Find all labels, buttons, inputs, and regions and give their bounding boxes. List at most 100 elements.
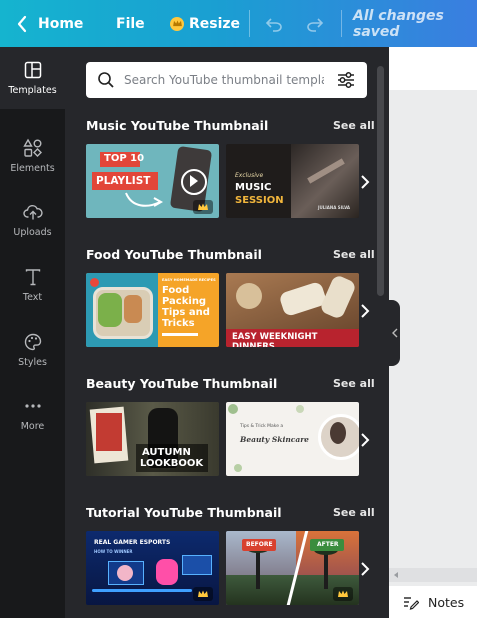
template-thumbnail-before-after[interactable]: BEFORE AFTER bbox=[226, 531, 359, 605]
toolbar-divider bbox=[249, 10, 250, 37]
thumb-text: MUSIC bbox=[235, 182, 272, 193]
chevron-right-icon[interactable] bbox=[358, 301, 372, 321]
chevron-left-icon bbox=[392, 328, 398, 338]
sidebar-item-label: Templates bbox=[8, 85, 57, 96]
chevron-left-icon bbox=[17, 15, 27, 32]
neon-line bbox=[92, 589, 192, 592]
crown-icon bbox=[198, 203, 208, 210]
crown-icon bbox=[338, 590, 348, 597]
thumb-text: EASY HOMEMADE RECIPES bbox=[162, 278, 216, 282]
template-thumbnail-autumn-lookbook[interactable]: AUTUMN LOOKBOOK bbox=[86, 402, 219, 476]
thumb-text: PLAYLIST bbox=[96, 175, 151, 187]
toolbar-divider bbox=[341, 10, 342, 37]
portrait-graphic bbox=[330, 422, 346, 444]
thumb-text: AFTER bbox=[317, 541, 339, 548]
horizontal-scrollbar[interactable] bbox=[389, 568, 477, 582]
resize-label: Resize bbox=[189, 15, 241, 32]
leaf-decor bbox=[228, 404, 238, 414]
templates-panel: Music YouTube Thumbnail See all TOP 10 P… bbox=[65, 47, 389, 618]
sidebar-item-more[interactable]: More bbox=[0, 383, 65, 445]
undo-icon bbox=[265, 17, 282, 32]
palm-trunk bbox=[324, 551, 328, 589]
see-all-food-link[interactable]: See all bbox=[333, 248, 375, 261]
pro-crown-badge bbox=[193, 587, 213, 601]
filter-sliders-icon[interactable] bbox=[336, 70, 356, 90]
template-thumbnail-food-packing[interactable]: EASY HOMEMADE RECIPES Food Packing Tips … bbox=[86, 273, 219, 347]
sidebar-item-label: Uploads bbox=[13, 227, 52, 238]
sidebar-item-elements[interactable]: Elements bbox=[0, 125, 65, 187]
sidebar-item-label: Styles bbox=[18, 357, 47, 368]
section-title-tutorial: Tutorial YouTube Thumbnail bbox=[86, 505, 282, 520]
thumb-text: Beauty Skincare bbox=[240, 435, 309, 444]
palette-icon bbox=[24, 333, 41, 351]
see-all-beauty-link[interactable]: See all bbox=[333, 377, 375, 390]
notes-button[interactable]: Notes bbox=[389, 586, 477, 618]
chevron-right-icon[interactable] bbox=[358, 430, 372, 450]
notes-label: Notes bbox=[428, 594, 465, 610]
collapse-panel-handle[interactable] bbox=[389, 300, 400, 366]
template-thumbnail-music-session[interactable]: Exclusive MUSIC SESSION JULIANA SILVA bbox=[226, 144, 359, 218]
thumb-text: BEFORE bbox=[246, 541, 273, 548]
sidebar-item-uploads[interactable]: Uploads bbox=[0, 189, 65, 251]
sidebar-item-label: More bbox=[20, 421, 45, 432]
chevron-right-icon[interactable] bbox=[358, 172, 372, 192]
search-icon bbox=[98, 72, 114, 88]
section-title-music: Music YouTube Thumbnail bbox=[86, 118, 269, 133]
redo-icon bbox=[307, 17, 324, 32]
thumb-text: Tips and bbox=[162, 307, 210, 318]
search-input[interactable] bbox=[124, 62, 324, 98]
template-thumbnail-weeknight-dinners[interactable]: EASY WEEKNIGHT DINNERS bbox=[226, 273, 359, 347]
chevron-right-icon[interactable] bbox=[358, 559, 372, 579]
leaf-decor bbox=[234, 464, 242, 472]
top-toolbar: Home File Resize All changes saved bbox=[0, 0, 477, 47]
see-all-tutorial-link[interactable]: See all bbox=[333, 506, 375, 519]
more-dots-icon bbox=[24, 404, 41, 408]
template-thumbnail-top10-playlist[interactable]: TOP 10 PLAYLIST bbox=[86, 144, 219, 218]
home-button[interactable]: Home bbox=[14, 0, 83, 47]
sidebar-item-templates[interactable]: Templates bbox=[0, 47, 65, 109]
curved-arrow-graphic bbox=[125, 192, 164, 207]
notes-icon bbox=[404, 597, 419, 610]
section-title-food: Food YouTube Thumbnail bbox=[86, 247, 262, 262]
pro-crown-badge bbox=[193, 200, 213, 214]
template-thumbnail-gamer-esports[interactable]: REAL GAMER ESPORTS HOW TO WINNER bbox=[86, 531, 219, 605]
search-bar bbox=[86, 62, 367, 98]
sidebar-item-styles[interactable]: Styles bbox=[0, 319, 65, 381]
logo-dot bbox=[90, 278, 99, 287]
elements-icon bbox=[22, 138, 42, 157]
crown-icon bbox=[170, 16, 184, 31]
left-sidebar: Templates Elements Uploads Text Styles M… bbox=[0, 47, 65, 618]
crown-icon bbox=[198, 590, 208, 597]
thumb-text: Packing bbox=[162, 296, 207, 307]
thumb-text: Tricks bbox=[162, 318, 195, 329]
greens-graphic bbox=[98, 293, 122, 327]
file-menu-button[interactable]: File bbox=[116, 0, 145, 47]
plate-graphic bbox=[236, 283, 262, 309]
sidebar-item-text[interactable]: Text bbox=[0, 254, 65, 316]
thumb-text: SESSION bbox=[235, 195, 284, 206]
resize-button[interactable]: Resize bbox=[170, 0, 240, 47]
template-thumbnail-beauty-skincare[interactable]: Tips & Trick Make a Beauty Skincare bbox=[226, 402, 359, 476]
thumb-text: EASY WEEKNIGHT DINNERS bbox=[232, 332, 318, 347]
thumb-text: Tips & Trick Make a bbox=[240, 424, 284, 429]
leaf-decor bbox=[296, 405, 304, 413]
play-triangle-icon bbox=[190, 175, 198, 187]
pro-crown-badge bbox=[333, 587, 353, 601]
decor-line bbox=[162, 333, 198, 336]
undo-button[interactable] bbox=[265, 0, 283, 47]
thumb-text: JULIANA SILVA bbox=[318, 205, 350, 210]
home-label: Home bbox=[38, 15, 84, 32]
thumb-text: LOOKBOOK bbox=[140, 458, 204, 469]
design-page-preview[interactable] bbox=[389, 47, 477, 90]
section-title-beauty: Beauty YouTube Thumbnail bbox=[86, 376, 278, 391]
redo-button[interactable] bbox=[306, 0, 324, 47]
thumb-text: REAL GAMER ESPORTS bbox=[94, 539, 171, 546]
scroll-left-arrow-icon[interactable] bbox=[394, 572, 398, 578]
thumb-text: HOW TO WINNER bbox=[94, 549, 133, 554]
panel-scrollbar[interactable] bbox=[377, 66, 384, 296]
player-graphic bbox=[117, 565, 133, 581]
player-graphic bbox=[156, 559, 178, 585]
info-box bbox=[182, 555, 212, 575]
see-all-music-link[interactable]: See all bbox=[333, 119, 375, 132]
save-status: All changes saved bbox=[353, 7, 444, 40]
